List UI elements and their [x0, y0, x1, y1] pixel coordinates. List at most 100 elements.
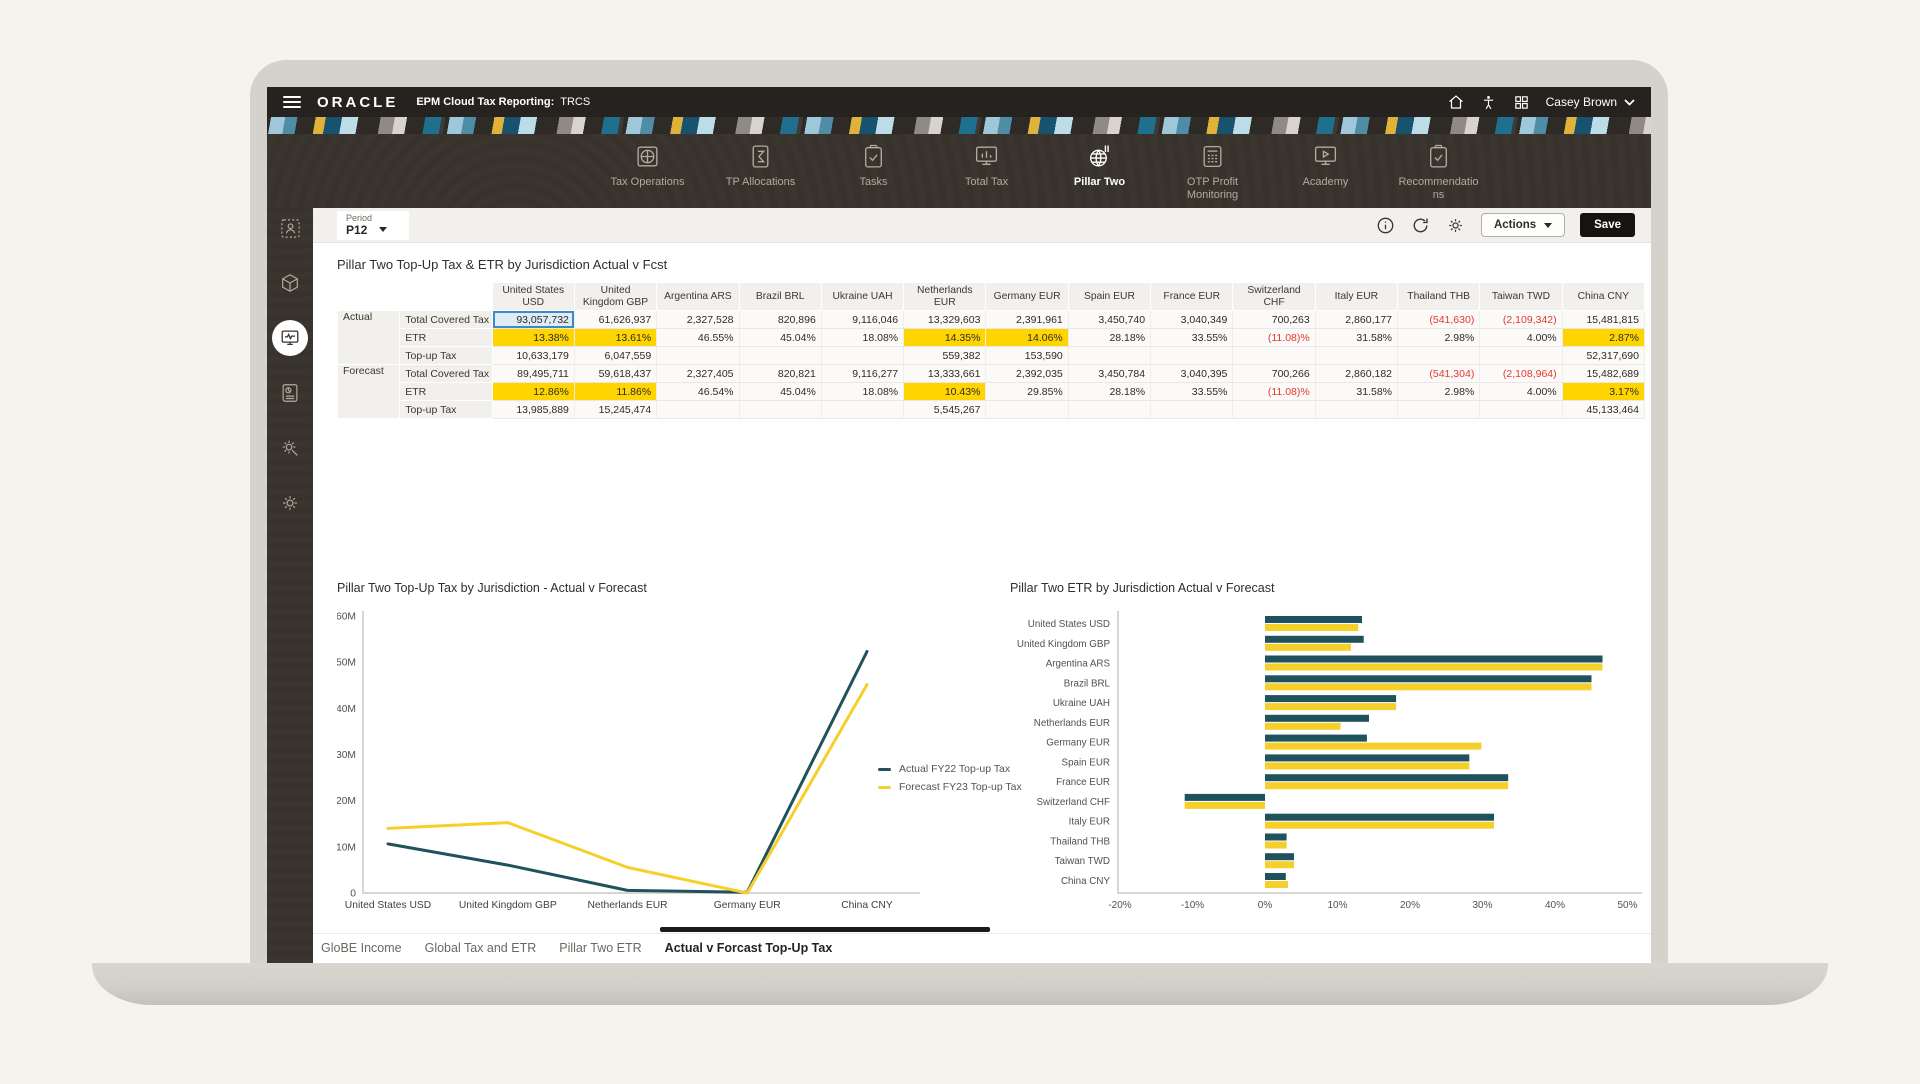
grid-cell[interactable]: 46.54% — [657, 383, 739, 401]
grid-cell[interactable]: 15,481,815 — [1562, 311, 1644, 329]
grid-cell[interactable]: 61,626,937 — [574, 311, 656, 329]
accessibility-icon[interactable] — [1480, 93, 1498, 111]
grid-cell[interactable] — [1233, 401, 1315, 419]
user-menu[interactable]: Casey Brown — [1546, 95, 1635, 109]
actions-button[interactable]: Actions — [1481, 213, 1565, 237]
grid-cell[interactable] — [1398, 347, 1480, 365]
grid-cell[interactable] — [1315, 347, 1397, 365]
grid-cell[interactable]: 31.58% — [1315, 329, 1397, 347]
nav-item-total-tax[interactable]: Total Tax — [930, 134, 1043, 208]
grid-cell[interactable] — [739, 347, 821, 365]
grid-cell[interactable]: 18.08% — [821, 383, 903, 401]
grid-cell[interactable]: 9,116,046 — [821, 311, 903, 329]
tab-globe-income[interactable]: GloBE Income — [321, 941, 402, 955]
grid-cell[interactable]: 700,266 — [1233, 365, 1315, 383]
grid-cell[interactable]: 13.61% — [574, 329, 656, 347]
grid-cell[interactable]: 11.86% — [574, 383, 656, 401]
sidebar-item-reports[interactable] — [272, 375, 308, 411]
grid-cell[interactable]: 3,040,395 — [1151, 365, 1233, 383]
grid-cell[interactable]: 33.55% — [1151, 383, 1233, 401]
grid-cell[interactable]: 2,860,177 — [1315, 311, 1397, 329]
grid-cell[interactable]: 13,329,603 — [904, 311, 986, 329]
grid-cell[interactable]: 10,633,179 — [492, 347, 574, 365]
grid-cell[interactable]: (541,304) — [1398, 365, 1480, 383]
app-switcher-grid-icon[interactable] — [1513, 93, 1531, 111]
grid-cell[interactable]: 3,450,740 — [1068, 311, 1150, 329]
sidebar-item-settings[interactable] — [272, 485, 308, 521]
hamburger-menu-icon[interactable] — [283, 96, 301, 108]
grid-cell[interactable] — [1151, 347, 1233, 365]
grid-cell[interactable]: 31.58% — [1315, 383, 1397, 401]
grid-cell[interactable]: 9,116,277 — [821, 365, 903, 383]
grid-cell[interactable]: 3,450,784 — [1068, 365, 1150, 383]
grid-cell[interactable]: 29.85% — [986, 383, 1068, 401]
grid-cell[interactable]: 14.06% — [986, 329, 1068, 347]
grid-cell[interactable]: 3,040,349 — [1151, 311, 1233, 329]
sidebar-item-configuration[interactable] — [272, 430, 308, 466]
grid-cell[interactable] — [739, 401, 821, 419]
sidebar-item-dashboards[interactable] — [272, 320, 308, 356]
grid-cell[interactable]: 18.08% — [821, 329, 903, 347]
grid-cell[interactable] — [657, 347, 739, 365]
grid-cell[interactable]: (2,108,964) — [1480, 365, 1562, 383]
grid-cell[interactable]: 10.43% — [904, 383, 986, 401]
grid-cell[interactable]: 33.55% — [1151, 329, 1233, 347]
grid-cell[interactable] — [1151, 401, 1233, 419]
grid-cell[interactable]: 2.98% — [1398, 329, 1480, 347]
refresh-icon[interactable] — [1411, 215, 1431, 235]
grid-cell[interactable]: 2,392,035 — [986, 365, 1068, 383]
grid-cell[interactable]: 4.00% — [1480, 329, 1562, 347]
grid-cell[interactable]: 13,985,889 — [492, 401, 574, 419]
grid-cell[interactable]: 2.87% — [1562, 329, 1644, 347]
nav-item-tax-operations[interactable]: Tax Operations — [591, 134, 704, 208]
grid-cell[interactable]: 4.00% — [1480, 383, 1562, 401]
grid-cell[interactable]: 820,896 — [739, 311, 821, 329]
grid-cell[interactable] — [821, 401, 903, 419]
grid-cell[interactable]: 6,047,559 — [574, 347, 656, 365]
grid-cell[interactable]: 2,391,961 — [986, 311, 1068, 329]
grid-cell[interactable] — [821, 347, 903, 365]
grid-cell[interactable]: 46.55% — [657, 329, 739, 347]
grid-cell[interactable]: 5,545,267 — [904, 401, 986, 419]
grid-cell[interactable]: (541,630) — [1398, 311, 1480, 329]
grid-cell[interactable] — [1233, 347, 1315, 365]
grid-cell[interactable]: 15,482,689 — [1562, 365, 1644, 383]
grid-cell[interactable]: 15,245,474 — [574, 401, 656, 419]
grid-cell[interactable] — [1480, 347, 1562, 365]
grid-cell[interactable]: (2,109,342) — [1480, 311, 1562, 329]
nav-item-academy[interactable]: Academy — [1269, 134, 1382, 208]
grid-cell[interactable]: 45.04% — [739, 383, 821, 401]
tab-global-tax-and-etr[interactable]: Global Tax and ETR — [425, 941, 537, 955]
sidebar-item-worklist[interactable] — [272, 210, 308, 246]
grid-cell[interactable]: (11.08)% — [1233, 383, 1315, 401]
grid-cell[interactable]: 700,263 — [1233, 311, 1315, 329]
grid-cell[interactable]: 13.38% — [492, 329, 574, 347]
grid-cell[interactable]: 14.35% — [904, 329, 986, 347]
nav-item-otp-profit-monitoring[interactable]: OTP Profit Monitoring — [1156, 134, 1269, 208]
grid-cell[interactable]: 13,333,661 — [904, 365, 986, 383]
grid-cell[interactable]: 820,821 — [739, 365, 821, 383]
grid-cell[interactable] — [1315, 401, 1397, 419]
grid-cell[interactable]: 559,382 — [904, 347, 986, 365]
grid-cell[interactable]: 153,590 — [986, 347, 1068, 365]
nav-item-tasks[interactable]: Tasks — [817, 134, 930, 208]
tab-actual-v-forcast-top-up-tax[interactable]: Actual v Forcast Top-Up Tax — [665, 941, 833, 955]
nav-item-tp-allocations[interactable]: TP Allocations — [704, 134, 817, 208]
grid-cell[interactable]: 52,317,690 — [1562, 347, 1644, 365]
grid-cell[interactable] — [1480, 401, 1562, 419]
grid-cell[interactable]: 2,327,405 — [657, 365, 739, 383]
grid-cell[interactable] — [1068, 401, 1150, 419]
period-dropdown[interactable]: Period P12 — [337, 211, 409, 240]
grid-cell[interactable]: 45,133,464 — [1562, 401, 1644, 419]
settings-gear-icon[interactable] — [1446, 215, 1466, 235]
grid-cell[interactable]: (11.08)% — [1233, 329, 1315, 347]
grid-cell[interactable] — [1398, 401, 1480, 419]
grid-cell[interactable]: 59,618,437 — [574, 365, 656, 383]
nav-item-pillar-two[interactable]: II Pillar Two — [1043, 134, 1156, 208]
home-icon[interactable] — [1447, 93, 1465, 111]
grid-cell[interactable]: 28.18% — [1068, 383, 1150, 401]
grid-cell[interactable]: 28.18% — [1068, 329, 1150, 347]
sidebar-item-library[interactable] — [272, 265, 308, 301]
grid-cell[interactable] — [1068, 347, 1150, 365]
tab-pillar-two-etr[interactable]: Pillar Two ETR — [559, 941, 641, 955]
